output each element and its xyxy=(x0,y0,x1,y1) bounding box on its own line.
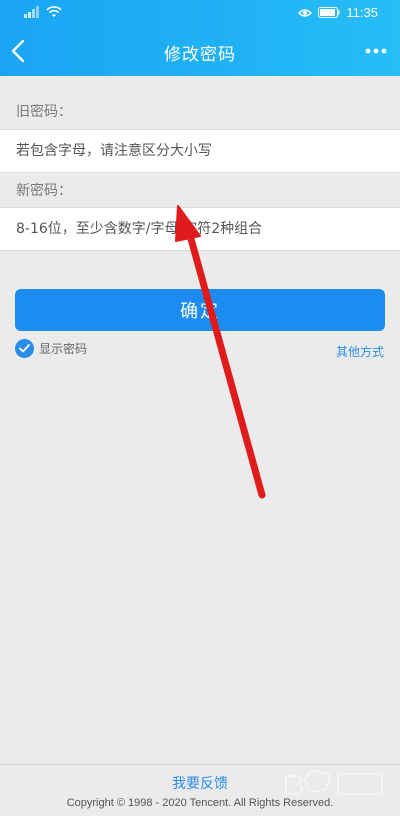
watermark-logo xyxy=(285,770,383,795)
footer-divider xyxy=(0,764,400,765)
new-password-label: 新密码： xyxy=(16,183,72,199)
status-bar: 11:35 xyxy=(0,0,400,26)
signal-icon xyxy=(24,6,39,18)
confirm-button[interactable]: 确定 xyxy=(15,289,385,331)
check-circle-icon[interactable] xyxy=(15,339,34,358)
app-header: 11:35 修改密码 xyxy=(0,0,400,76)
old-password-label: 旧密码： xyxy=(16,104,72,120)
battery-icon xyxy=(318,7,340,18)
show-password-label: 显示密码 xyxy=(39,342,88,356)
nav-bar: 修改密码 xyxy=(0,26,400,76)
other-methods-link[interactable]: 其他方式 xyxy=(336,343,384,360)
page-title: 修改密码 xyxy=(164,45,236,65)
show-password-toggle[interactable]: 显示密码 xyxy=(15,339,87,358)
annotation-arrow xyxy=(175,205,266,499)
old-password-row xyxy=(0,129,400,173)
status-left xyxy=(24,6,62,18)
status-right: 11:35 xyxy=(298,5,378,20)
old-password-input[interactable] xyxy=(0,130,400,172)
new-password-input[interactable] xyxy=(0,208,400,250)
eye-icon xyxy=(298,8,313,17)
wifi-icon xyxy=(46,6,62,17)
new-password-row xyxy=(0,207,400,251)
status-time: 11:35 xyxy=(346,5,378,20)
more-dots-icon[interactable] xyxy=(364,43,388,59)
